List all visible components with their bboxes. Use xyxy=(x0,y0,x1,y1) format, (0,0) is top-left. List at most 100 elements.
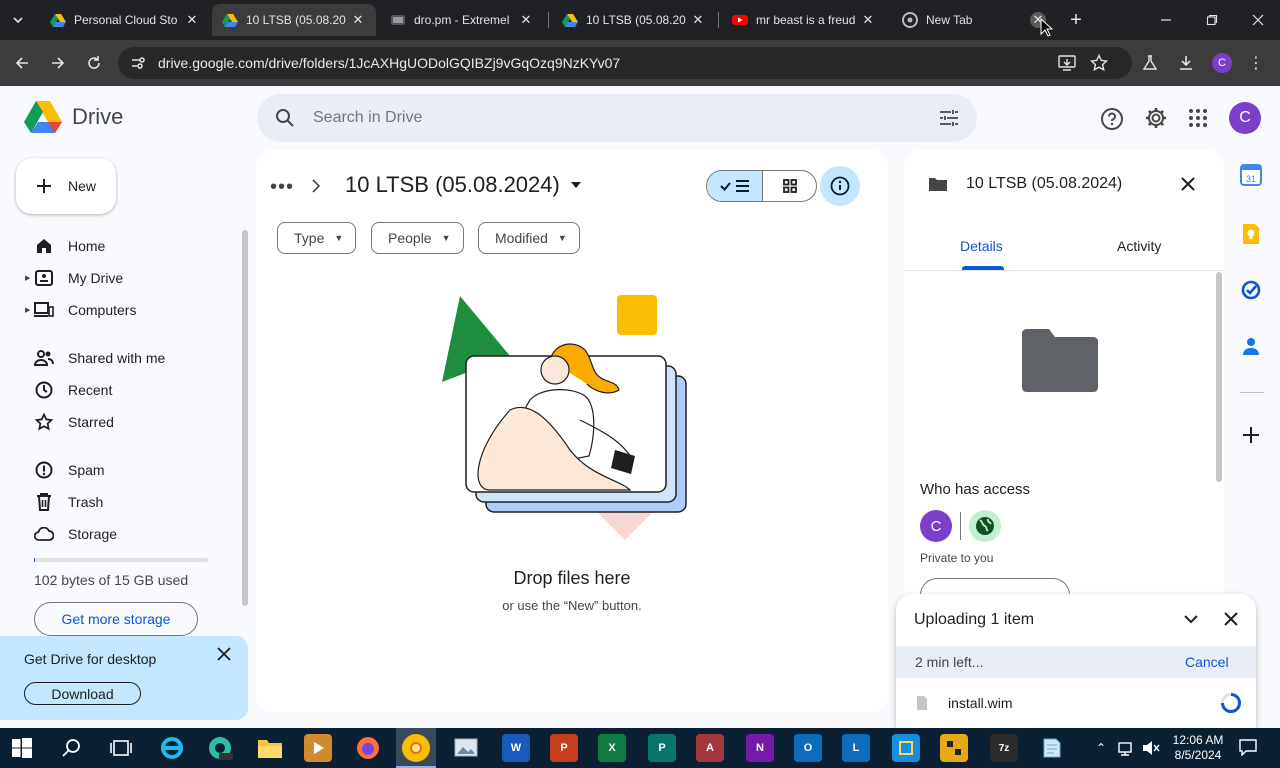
sidebar-item-computers[interactable]: Computers xyxy=(34,294,136,326)
volume-muted-icon[interactable] xyxy=(1141,739,1161,757)
reload-button[interactable] xyxy=(80,49,108,77)
back-button[interactable] xyxy=(8,49,36,77)
get-more-storage-button[interactable]: Get more storage xyxy=(34,602,198,636)
site-info-icon[interactable] xyxy=(130,55,146,71)
sidebar-item-my-drive[interactable]: My Drive xyxy=(34,262,123,294)
dro-pm-favicon-icon xyxy=(391,15,405,25)
grid-view-button[interactable] xyxy=(763,171,816,201)
settings-gear-icon[interactable] xyxy=(1144,106,1168,130)
sidebar-item-recent[interactable]: Recent xyxy=(34,374,112,406)
close-tab-icon[interactable]: ✕ xyxy=(690,12,706,28)
tab-youtube[interactable]: mr beast is a freud ✕ xyxy=(722,4,886,36)
sidebar-item-trash[interactable]: Trash xyxy=(34,486,103,518)
forward-button[interactable] xyxy=(44,49,72,77)
close-tab-icon[interactable]: ✕ xyxy=(518,12,534,28)
cancel-upload-button[interactable]: Cancel xyxy=(1185,654,1229,670)
search-bar[interactable] xyxy=(257,94,977,142)
sidebar-scrollbar[interactable] xyxy=(242,230,248,606)
taskbar-search-button[interactable] xyxy=(62,738,82,758)
word-icon[interactable]: W xyxy=(502,734,530,762)
folder-title-button[interactable]: 10 LTSB (05.08.2024) xyxy=(345,172,582,198)
sidebar-item-starred[interactable]: Starred xyxy=(34,406,114,438)
details-info-button[interactable] xyxy=(820,166,860,206)
tasks-app-icon[interactable] xyxy=(1241,280,1261,300)
download-button[interactable]: Download xyxy=(24,682,141,705)
account-avatar[interactable]: C xyxy=(1229,102,1261,134)
firefox-icon[interactable] xyxy=(354,734,382,762)
details-scrollbar[interactable] xyxy=(1216,272,1222,482)
search-options-icon[interactable] xyxy=(939,109,959,127)
breadcrumb-more-button[interactable]: ••• xyxy=(270,176,294,199)
notepad-icon[interactable] xyxy=(1038,734,1066,762)
sidebar-item-spam[interactable]: Spam xyxy=(34,454,105,486)
sidebar-item-home[interactable]: Home xyxy=(34,230,105,262)
close-window-button[interactable] xyxy=(1244,6,1272,34)
publisher-icon[interactable]: P xyxy=(648,734,676,762)
expand-arrow-icon[interactable]: ▶ xyxy=(25,306,30,314)
tab-drive-folder-active[interactable]: 10 LTSB (05.08.202 ✕ xyxy=(212,4,376,36)
tab-details[interactable]: Details xyxy=(960,238,1003,254)
task-view-button[interactable] xyxy=(110,739,132,757)
close-tab-icon[interactable]: ✕ xyxy=(350,12,366,28)
new-tab-button[interactable]: + xyxy=(1062,6,1090,34)
add-app-button[interactable] xyxy=(1242,426,1260,444)
drive-logo[interactable]: Drive xyxy=(24,100,123,134)
labs-button[interactable] xyxy=(1136,49,1164,77)
lync-icon[interactable]: L xyxy=(842,734,870,762)
list-view-button[interactable] xyxy=(707,171,763,201)
tab-new-tab[interactable]: New Tab ✕ xyxy=(892,4,1056,36)
address-bar[interactable]: drive.google.com/drive/folders/1JcAXHgUO… xyxy=(118,47,1132,79)
media-player-icon[interactable] xyxy=(304,734,332,762)
bookmark-star-icon[interactable] xyxy=(1090,54,1108,72)
help-icon[interactable] xyxy=(1100,107,1124,131)
browser-menu-button[interactable]: ⋮ xyxy=(1242,49,1270,77)
new-button[interactable]: New xyxy=(16,158,116,214)
filter-type-chip[interactable]: Type ▼ xyxy=(277,222,357,254)
access-icon[interactable]: A xyxy=(696,734,724,762)
internet-explorer-icon[interactable] xyxy=(158,734,186,762)
screen-capture-icon[interactable] xyxy=(892,734,920,762)
keep-app-icon[interactable] xyxy=(1241,222,1261,246)
tools-app-icon[interactable] xyxy=(940,734,968,762)
notifications-button[interactable] xyxy=(1238,738,1258,756)
close-icon[interactable] xyxy=(217,647,231,661)
start-button[interactable] xyxy=(12,738,32,758)
downloads-button[interactable] xyxy=(1172,49,1200,77)
close-icon[interactable] xyxy=(1180,176,1196,192)
minimize-button[interactable] xyxy=(1152,6,1180,34)
browser-profile-avatar[interactable]: C xyxy=(1212,53,1232,73)
edge-canary-icon[interactable] xyxy=(206,734,234,762)
show-hidden-icons-button[interactable]: ⌃ xyxy=(1096,741,1106,755)
close-icon[interactable] xyxy=(1224,612,1238,626)
close-tab-icon[interactable]: ✕ xyxy=(860,12,876,28)
apps-grid-icon[interactable] xyxy=(1188,108,1208,128)
sidebar-item-storage[interactable]: Storage xyxy=(34,518,117,550)
file-explorer-icon[interactable] xyxy=(256,734,284,762)
tab-activity[interactable]: Activity xyxy=(1117,238,1161,254)
tab-search-button[interactable] xyxy=(4,6,32,34)
contacts-app-icon[interactable] xyxy=(1242,336,1260,356)
filter-modified-chip[interactable]: Modified ▼ xyxy=(478,222,580,254)
search-input[interactable] xyxy=(313,109,893,127)
search-icon[interactable] xyxy=(275,108,295,128)
onenote-icon[interactable]: N xyxy=(746,734,774,762)
taskbar-active-app[interactable] xyxy=(396,728,436,768)
tab-drive-folder[interactable]: 10 LTSB (05.08.202 ✕ xyxy=(552,4,716,36)
filter-people-chip[interactable]: People ▼ xyxy=(371,222,464,254)
network-icon[interactable] xyxy=(1117,739,1137,757)
tab-personal-cloud[interactable]: Personal Cloud Sto ✕ xyxy=(40,4,210,36)
sidebar-item-shared[interactable]: Shared with me xyxy=(34,342,165,374)
restore-button[interactable] xyxy=(1198,6,1226,34)
excel-icon[interactable]: X xyxy=(598,734,626,762)
clock[interactable]: 12:06 AM 8/5/2024 xyxy=(1166,733,1230,763)
close-tab-icon[interactable]: ✕ xyxy=(184,12,200,28)
install-app-icon[interactable] xyxy=(1058,55,1076,71)
outlook-icon[interactable]: O xyxy=(794,734,822,762)
calendar-app-icon[interactable]: 31 xyxy=(1240,164,1264,188)
7zip-icon[interactable]: 7z xyxy=(990,734,1018,762)
photos-app-icon[interactable] xyxy=(452,734,480,762)
chevron-down-icon[interactable] xyxy=(1184,614,1198,624)
tab-dro-pm[interactable]: dro.pm - Extremel ✕ xyxy=(380,4,544,36)
powerpoint-icon[interactable]: P xyxy=(550,734,578,762)
expand-arrow-icon[interactable]: ▶ xyxy=(25,274,30,282)
